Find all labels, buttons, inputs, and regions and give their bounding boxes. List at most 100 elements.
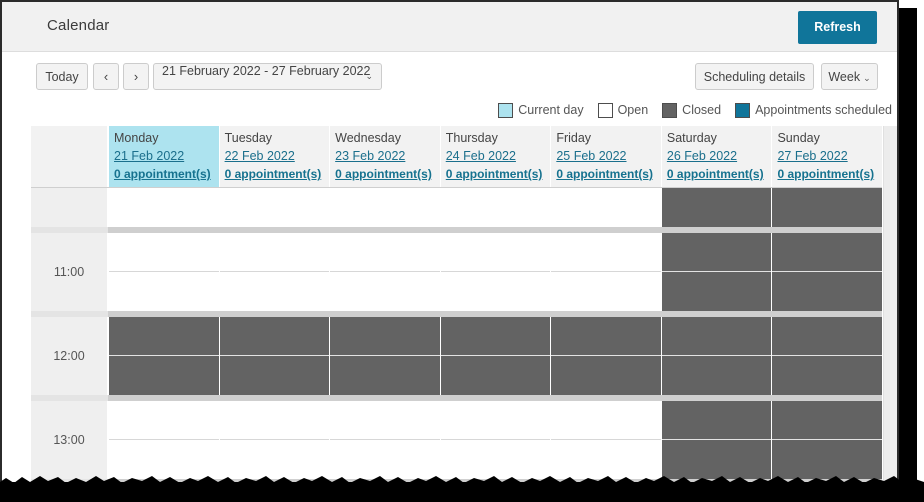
time-slot-open[interactable] xyxy=(219,440,330,479)
time-slot-open[interactable] xyxy=(551,233,661,272)
time-slot-open[interactable] xyxy=(219,188,330,227)
day-column-friday xyxy=(550,401,661,479)
time-slot-open[interactable] xyxy=(551,401,661,440)
time-slot-open[interactable] xyxy=(109,401,219,440)
day-date-link[interactable]: 26 Feb 2022 xyxy=(667,147,737,165)
day-header-monday: Monday 21 Feb 2022 0 appointment(s) xyxy=(108,126,219,187)
scheduling-details-button[interactable]: Scheduling details xyxy=(695,63,814,90)
time-slot-closed xyxy=(772,317,883,356)
time-slot-open[interactable] xyxy=(219,233,330,272)
calendar-legend: Current day Open Closed Appointments schedu… xyxy=(498,100,892,120)
legend-swatch xyxy=(735,102,751,118)
time-slot-open[interactable] xyxy=(440,272,551,311)
day-appointment-count-link[interactable]: 0 appointment(s) xyxy=(225,166,322,183)
time-slot-closed xyxy=(772,356,883,395)
time-gutter-header xyxy=(31,126,108,187)
hour-day-columns xyxy=(108,401,883,479)
day-column-thursday xyxy=(439,317,551,395)
legend-swatch xyxy=(597,102,613,118)
day-appointment-count-link[interactable]: 0 appointment(s) xyxy=(667,166,764,183)
today-button[interactable]: Today xyxy=(36,63,88,90)
calendar-grid-scroll: Monday 21 Feb 2022 0 appointment(s) Tuesday… xyxy=(31,126,897,482)
day-appointment-count-link[interactable]: 0 appointment(s) xyxy=(777,166,874,183)
time-slot-open[interactable] xyxy=(440,401,551,440)
time-slot-closed xyxy=(551,356,661,395)
time-slot-closed xyxy=(219,317,330,356)
day-column-monday xyxy=(108,317,219,395)
day-appointment-count-link[interactable]: 0 appointment(s) xyxy=(556,166,653,183)
hour-time-label: 11:00 xyxy=(31,233,108,311)
hour-time-label: 12:00 xyxy=(31,317,108,395)
time-slot-open[interactable] xyxy=(109,440,219,479)
day-header-friday: Friday 25 Feb 2022 0 appointment(s) xyxy=(550,126,661,187)
time-slot-closed xyxy=(109,356,219,395)
day-date-link[interactable]: 24 Feb 2022 xyxy=(446,147,516,165)
view-mode-dropdown[interactable]: Week ⌄ xyxy=(821,63,878,90)
legend-swatch xyxy=(662,102,678,118)
previous-week-button[interactable]: ‹ xyxy=(93,63,119,90)
time-slot-open[interactable] xyxy=(440,440,551,479)
day-column-thursday xyxy=(439,233,551,311)
calendar-header-row: Monday 21 Feb 2022 0 appointment(s) Tuesday… xyxy=(31,126,883,188)
day-appointment-count-link[interactable]: 0 appointment(s) xyxy=(446,166,543,183)
time-slot-closed xyxy=(772,188,883,227)
hour-row: 13:00 xyxy=(31,401,883,479)
time-slot-closed xyxy=(661,317,772,356)
time-slot-open[interactable] xyxy=(330,272,440,311)
time-slot-closed xyxy=(440,356,551,395)
day-column-friday xyxy=(550,317,661,395)
day-date-link[interactable]: 27 Feb 2022 xyxy=(777,147,847,165)
day-column-friday xyxy=(550,233,661,311)
window-titlebar: Calendar Refresh xyxy=(2,2,897,52)
day-column-thursday xyxy=(439,188,551,227)
time-slot-open[interactable] xyxy=(330,401,440,440)
time-slot-open[interactable] xyxy=(440,188,551,227)
legend-item: Closed xyxy=(662,102,722,118)
calendar-window: Calendar Refresh Today ‹ › ⌄ 21 February… xyxy=(0,0,899,482)
next-week-button[interactable]: › xyxy=(123,63,149,90)
day-column-monday xyxy=(108,233,219,311)
calendar-toolbar: Today ‹ › ⌄ 21 February 2022 - 27 Februa… xyxy=(17,53,897,98)
time-slot-open[interactable] xyxy=(109,272,219,311)
hour-row xyxy=(31,188,883,227)
time-slot-open[interactable] xyxy=(551,272,661,311)
day-date-link[interactable]: 21 Feb 2022 xyxy=(114,147,184,165)
hour-day-columns xyxy=(108,233,883,311)
day-date-link[interactable]: 22 Feb 2022 xyxy=(225,147,295,165)
time-slot-open[interactable] xyxy=(219,401,330,440)
time-slot-open[interactable] xyxy=(109,233,219,272)
day-date-link[interactable]: 23 Feb 2022 xyxy=(335,147,405,165)
hour-time-label xyxy=(31,188,108,227)
day-column-saturday xyxy=(660,188,772,227)
day-column-sunday xyxy=(771,233,883,311)
grid-vertical-scrollbar[interactable] xyxy=(883,126,897,482)
time-slot-open[interactable] xyxy=(330,440,440,479)
hour-day-columns xyxy=(108,188,883,227)
time-slot-open[interactable] xyxy=(551,440,661,479)
time-slot-closed xyxy=(661,188,772,227)
day-of-week-label: Thursday xyxy=(445,131,498,145)
time-slot-open[interactable] xyxy=(109,188,219,227)
time-slot-open[interactable] xyxy=(440,233,551,272)
time-slot-open[interactable] xyxy=(330,188,440,227)
day-appointment-count-link[interactable]: 0 appointment(s) xyxy=(114,166,211,183)
legend-label: Appointments scheduled xyxy=(755,103,892,117)
time-slot-closed xyxy=(772,401,883,440)
refresh-button[interactable]: Refresh xyxy=(798,11,877,44)
day-header-sunday: Sunday 27 Feb 2022 0 appointment(s) xyxy=(771,126,883,187)
legend-item: Appointments scheduled xyxy=(735,102,892,118)
day-date-link[interactable]: 25 Feb 2022 xyxy=(556,147,626,165)
day-column-wednesday xyxy=(329,233,440,311)
screenshot-root: Calendar Refresh Today ‹ › ⌄ 21 February… xyxy=(0,0,924,502)
day-appointment-count-link[interactable]: 0 appointment(s) xyxy=(335,166,432,183)
day-of-week-label: Monday xyxy=(114,131,159,145)
time-slot-open[interactable] xyxy=(330,233,440,272)
hour-separator xyxy=(31,479,882,482)
time-slot-open[interactable] xyxy=(551,188,661,227)
time-slot-open[interactable] xyxy=(219,272,330,311)
date-range-dropdown[interactable]: ⌄ 21 February 2022 - 27 February 2022 xyxy=(153,63,382,90)
legend-label: Closed xyxy=(682,103,722,117)
day-header-wednesday: Wednesday 23 Feb 2022 0 appointment(s) xyxy=(329,126,440,187)
time-slot-closed xyxy=(661,356,772,395)
day-header-tuesday: Tuesday 22 Feb 2022 0 appointment(s) xyxy=(218,126,330,187)
